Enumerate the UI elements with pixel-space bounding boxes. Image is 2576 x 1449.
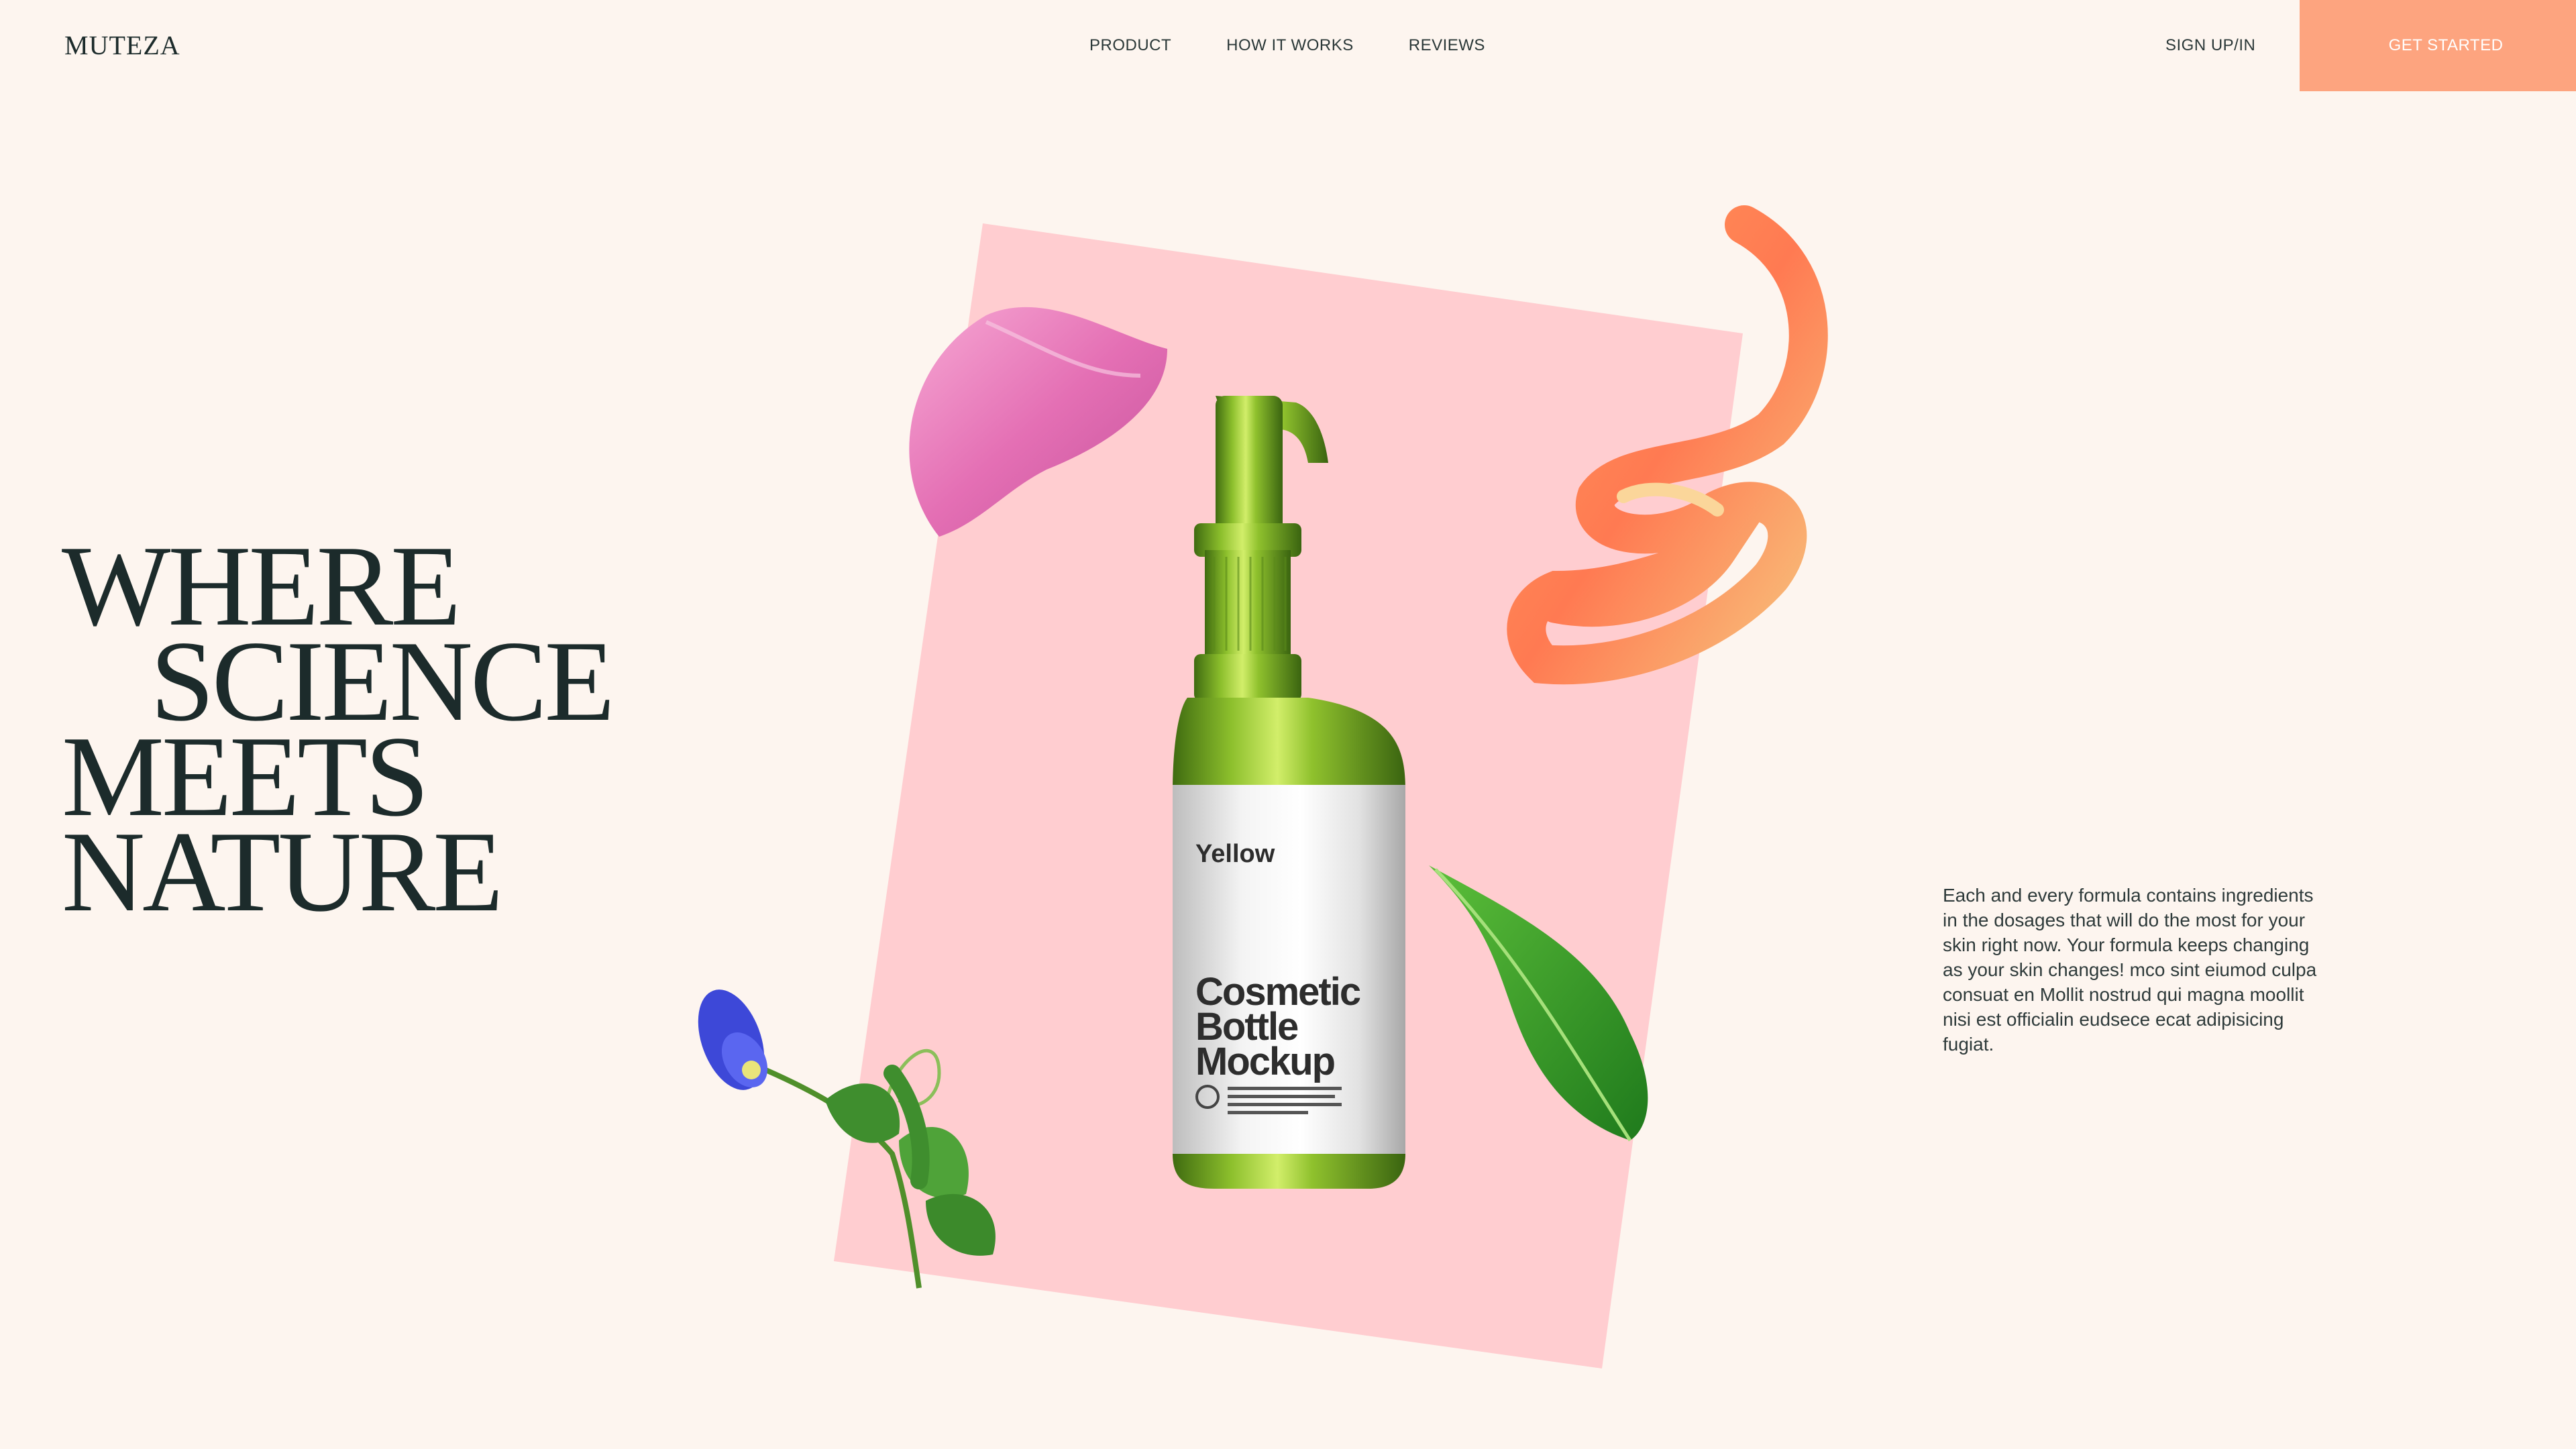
headline-line-4: NATURE [62,808,503,936]
hero-description: Each and every formula contains ingredie… [1943,885,2317,1055]
product-label-brand: Yellow [1195,840,1275,868]
nav-link-product[interactable]: PRODUCT [1089,36,1171,55]
get-started-button[interactable]: GET STARTED [2300,0,2576,91]
nav-link-how-it-works[interactable]: HOW IT WORKS [1226,36,1354,55]
hero-headline: WHERE SCIENCE MEETS NATURE [62,529,615,936]
brand-logo[interactable]: MUTEZA [64,30,180,61]
main-nav: PRODUCT HOW IT WORKS REVIEWS [1089,36,1485,55]
signin-link[interactable]: SIGN UP/IN [2165,36,2255,55]
product-label-title-3: Mockup [1195,1040,1335,1083]
nav-link-reviews[interactable]: REVIEWS [1409,36,1485,55]
hero-illustration: Yellow Cosmetic Bottle Mockup [671,201,1878,1409]
